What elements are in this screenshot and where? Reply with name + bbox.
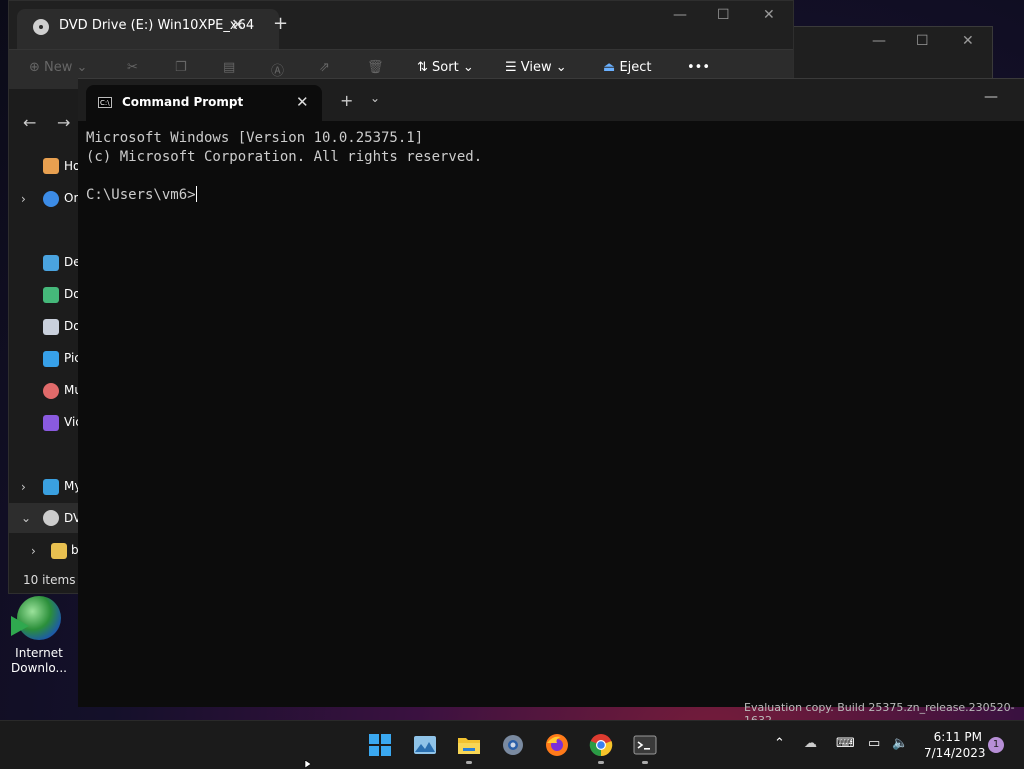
documents-icon <box>43 319 59 335</box>
this-pc-icon <box>43 479 59 495</box>
music-icon <box>43 383 59 399</box>
status-item-count: 10 items <box>23 573 76 587</box>
clock-time: 6:11 PM <box>933 730 982 744</box>
chevron-down-icon: ⌄ <box>462 60 474 75</box>
terminal-prompt: C:\Users\vm6> <box>86 187 196 203</box>
display-icon[interactable]: ▭ <box>868 736 880 751</box>
firefox-icon[interactable] <box>545 733 569 757</box>
minimize-button[interactable]: — <box>984 89 998 105</box>
terminal-line: (c) Microsoft Corporation. All rights re… <box>86 149 483 165</box>
network-offline-icon[interactable]: ☁ <box>804 736 817 751</box>
terminal-title-bar: C:\ Command Prompt ✕ + ⌄ — <box>78 79 1024 121</box>
text-cursor <box>195 186 197 202</box>
chevron-down-icon: ⌄ <box>76 60 88 75</box>
eject-button[interactable]: ⏏ Eject <box>603 60 652 75</box>
volume-icon[interactable]: 🔈 <box>892 736 908 751</box>
photos-icon[interactable] <box>413 733 437 757</box>
plus-circle-icon: ⊕ <box>29 60 40 75</box>
maximize-button[interactable]: ☐ <box>916 33 929 49</box>
view-button[interactable]: ☰ View ⌄ <box>505 60 567 75</box>
terminal-window: C:\ Command Prompt ✕ + ⌄ — Microsoft Win… <box>78 78 1024 707</box>
running-indicator <box>466 761 472 764</box>
chevron-right-icon: › <box>31 544 36 558</box>
clock[interactable]: 6:11 PM 7/14/2023 <box>924 729 986 761</box>
share-icon[interactable]: ⇗ <box>319 60 330 75</box>
running-indicator <box>598 761 604 764</box>
copy-icon[interactable]: ❐ <box>175 60 187 75</box>
close-button[interactable]: ✕ <box>962 33 974 49</box>
explorer-tab[interactable]: DVD Drive (E:) Win10XPE_x64 ✕ <box>17 9 279 49</box>
terminal-line: Microsoft Windows [Version 10.0.25375.1] <box>86 130 424 146</box>
chevron-right-icon: › <box>21 192 26 206</box>
explorer-tab-bar: DVD Drive (E:) Win10XPE_x64 ✕ + — ☐ ✕ <box>9 1 793 49</box>
chevron-right-icon: › <box>21 480 26 494</box>
mouse-pointer-icon <box>304 760 312 768</box>
sort-button[interactable]: ⇅ Sort ⌄ <box>417 60 474 75</box>
command-prompt-icon: C:\ <box>98 97 112 108</box>
close-button[interactable]: ✕ <box>763 7 775 23</box>
pictures-icon <box>43 351 59 367</box>
forward-arrow-icon[interactable]: → <box>57 113 70 132</box>
settings-icon[interactable] <box>501 733 525 757</box>
view-icon: ☰ <box>505 60 517 75</box>
navigation-pane: Ho › On De Do Do Pic Mu Vic › My ⌄ DV › … <box>9 149 82 569</box>
chrome-icon[interactable] <box>589 733 613 757</box>
eject-icon: ⏏ <box>603 60 616 75</box>
dvd-icon <box>43 510 59 526</box>
onedrive-icon <box>43 191 59 207</box>
folder-icon <box>51 543 67 559</box>
close-tab-icon[interactable]: ✕ <box>231 15 244 34</box>
explorer-tab-title: DVD Drive (E:) Win10XPE_x64 <box>59 18 255 33</box>
minimize-button[interactable]: — <box>872 33 886 49</box>
chevron-up-icon[interactable]: ⌃ <box>774 736 785 751</box>
shortcut-label-line2: Downlo... <box>11 661 67 675</box>
more-options-button[interactable]: ••• <box>687 60 710 75</box>
notification-badge[interactable]: 1 <box>988 737 1004 753</box>
desktop-shortcut-internet-download-manager[interactable]: Internet Downlo... <box>6 596 72 676</box>
delete-icon[interactable]: 🗑 <box>367 60 384 75</box>
sidebar-item-dvd[interactable]: ⌄ DV <box>9 503 81 533</box>
background-window[interactable]: — ☐ ✕ <box>790 26 993 80</box>
clock-date: 7/14/2023 <box>924 746 986 760</box>
new-button[interactable]: ⊕ New ⌄ <box>29 60 87 75</box>
download-icon <box>43 287 59 303</box>
terminal-tab[interactable]: C:\ Command Prompt ✕ <box>86 85 322 121</box>
running-indicator <box>642 761 648 764</box>
new-tab-button[interactable]: + <box>340 91 353 110</box>
terminal-output[interactable]: Microsoft Windows [Version 10.0.25375.1]… <box>86 129 482 205</box>
internet-download-manager-icon <box>11 596 61 640</box>
maximize-button[interactable]: ☐ <box>717 7 730 23</box>
terminal-icon[interactable] <box>633 733 657 757</box>
paste-icon[interactable]: ▤ <box>223 60 235 75</box>
file-explorer-icon[interactable] <box>457 733 481 757</box>
shortcut-label-line1: Internet <box>15 646 63 660</box>
new-tab-button[interactable]: + <box>273 13 288 34</box>
chevron-down-icon: ⌄ <box>555 60 567 75</box>
taskbar: ⌃ ☁ ⌨ ▭ 🔈 6:11 PM 7/14/2023 1 <box>0 720 1024 769</box>
close-tab-icon[interactable]: ✕ <box>296 93 309 111</box>
rename-icon[interactable]: Ⓐ <box>271 60 284 79</box>
terminal-line: ​ <box>86 167 482 186</box>
cut-icon[interactable]: ✂ <box>127 60 138 75</box>
start-icon[interactable] <box>368 733 392 757</box>
chevron-down-icon[interactable]: ⌄ <box>370 91 380 105</box>
videos-icon <box>43 415 59 431</box>
keyboard-icon[interactable]: ⌨ <box>836 736 855 751</box>
minimize-button[interactable]: — <box>673 7 687 23</box>
back-arrow-icon[interactable]: ← <box>23 113 36 132</box>
home-icon <box>43 158 59 174</box>
dvd-icon <box>33 19 49 35</box>
chevron-down-icon: ⌄ <box>21 511 32 525</box>
desktop-icon <box>43 255 59 271</box>
sort-icon: ⇅ <box>417 60 428 75</box>
terminal-tab-title: Command Prompt <box>122 95 244 109</box>
